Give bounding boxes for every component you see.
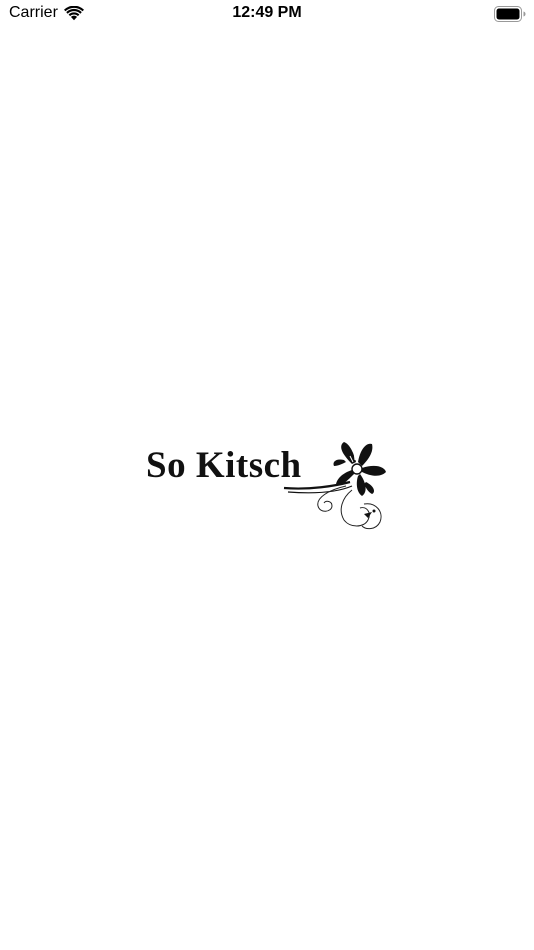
status-time: 12:49 PM <box>232 4 302 21</box>
splash-screen: Carrier 12:49 PM So Kitsch <box>0 0 534 950</box>
battery-icon <box>494 6 526 22</box>
status-bar: Carrier 12:49 PM <box>0 0 534 28</box>
flower-swirl-icon <box>283 442 386 530</box>
logo-wordmark: So Kitsch <box>146 445 302 486</box>
app-logo: So Kitsch <box>140 432 400 536</box>
